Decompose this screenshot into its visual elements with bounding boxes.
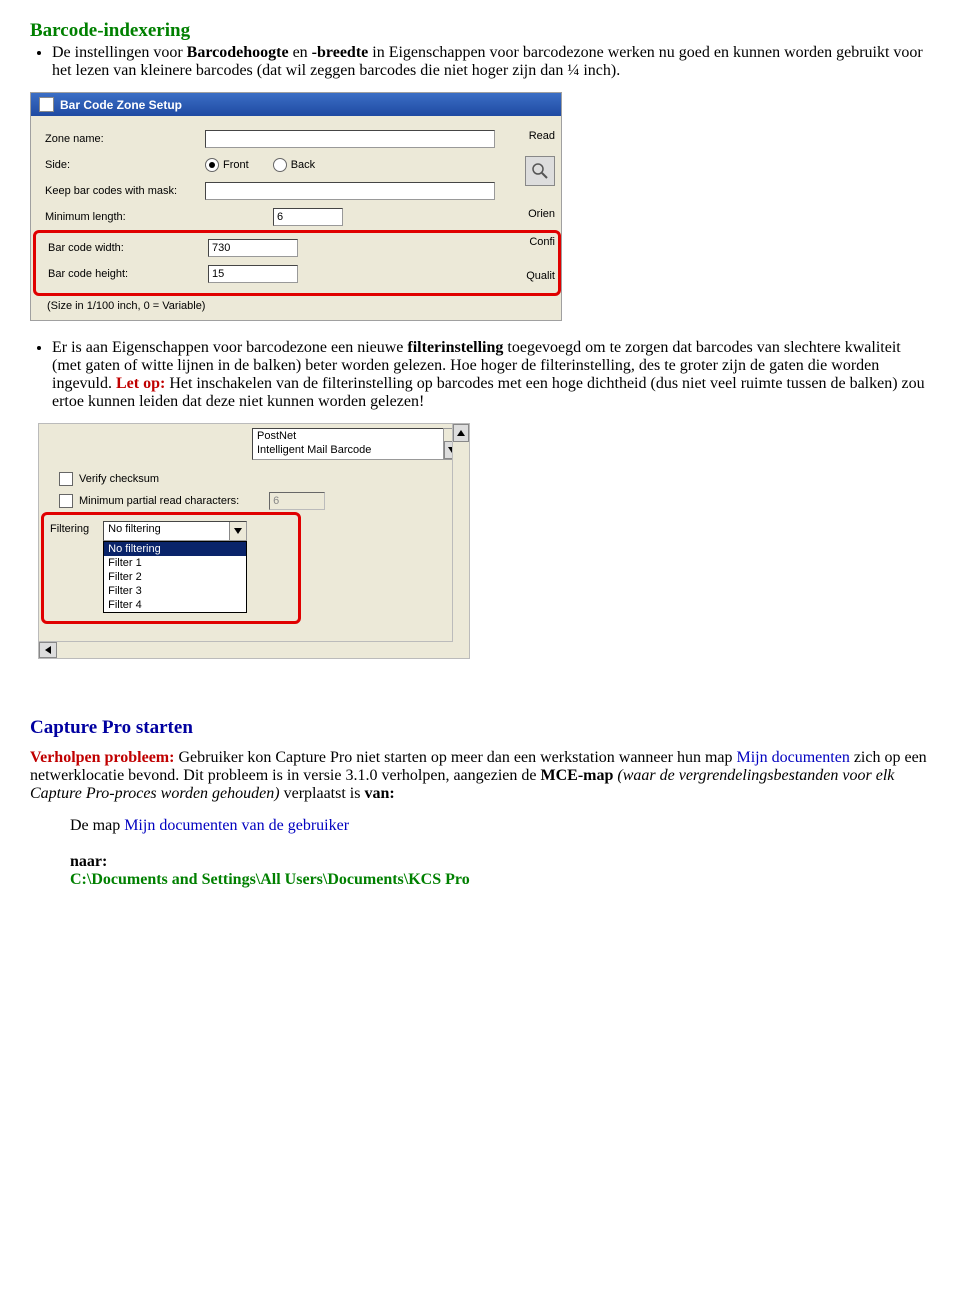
label-bc-width: Bar code width: — [48, 242, 208, 254]
filtering-options-window: PostNet Intelligent Mail Barcode Verify … — [38, 423, 470, 659]
input-zone-name[interactable] — [205, 130, 495, 148]
option-filter-1[interactable]: Filter 1 — [104, 556, 246, 570]
scroll-up-icon[interactable] — [453, 424, 469, 442]
highlight-box-filtering: Filtering No filtering No filtering Filt… — [41, 512, 301, 624]
scroll-left-icon[interactable] — [39, 642, 57, 658]
titlebar: Bar Code Zone Setup — [31, 93, 561, 116]
input-min-partial — [269, 492, 325, 510]
list-item-intelligent-mail[interactable]: Intelligent Mail Barcode — [253, 443, 443, 457]
label-side: Side: — [45, 159, 205, 171]
radio-back-dot — [273, 158, 287, 172]
label-zone-name: Zone name: — [45, 133, 205, 145]
label-bc-height: Bar code height: — [48, 268, 208, 280]
checkbox-verify-checksum[interactable] — [59, 472, 73, 486]
barcode-type-listbox[interactable]: PostNet Intelligent Mail Barcode — [252, 428, 444, 460]
from-path: De map Mijn documenten van de gebruiker — [70, 817, 930, 835]
label-min-partial: Minimum partial read characters: — [79, 495, 239, 507]
size-note: (Size in 1/100 inch, 0 = Variable) — [47, 300, 559, 312]
option-filter-2[interactable]: Filter 2 — [104, 570, 246, 584]
browse-icon[interactable] — [525, 156, 555, 186]
section-barcode-indexering: Barcode-indexering De instellingen voor … — [30, 20, 930, 80]
section-capture-pro-starten: Capture Pro starten Verholpen probleem: … — [30, 717, 930, 889]
label-keep-mask: Keep bar codes with mask: — [45, 185, 205, 197]
target-path: C:\Documents and Settings\All Users\Docu… — [70, 871, 930, 889]
option-filter-3[interactable]: Filter 3 — [104, 584, 246, 598]
heading-barcode-indexering: Barcode-indexering — [30, 20, 930, 42]
barcode-zone-setup-window: Bar Code Zone Setup Zone name: Read Side… — [30, 92, 562, 321]
option-filter-4[interactable]: Filter 4 — [104, 598, 246, 612]
combo-filtering[interactable]: No filtering — [103, 521, 247, 541]
dropdown-filtering-options[interactable]: No filtering Filter 1 Filter 2 Filter 3 … — [103, 541, 247, 613]
bullet-height-width: De instellingen voor Barcodehoogte en -b… — [52, 44, 930, 80]
radio-front-dot — [205, 158, 219, 172]
radio-front[interactable]: Front — [205, 158, 249, 172]
trunc-read: Read — [529, 130, 555, 142]
bullet-filterinstelling: Er is aan Eigenschappen voor barcodezone… — [52, 339, 930, 411]
checkbox-min-partial[interactable] — [59, 494, 73, 508]
window-title: Bar Code Zone Setup — [60, 98, 182, 112]
label-filtering: Filtering — [50, 521, 89, 535]
window-icon — [39, 97, 54, 112]
list-item-postnet[interactable]: PostNet — [253, 429, 443, 443]
chevron-down-icon[interactable] — [229, 522, 246, 540]
scrollbar-vertical[interactable] — [452, 424, 469, 658]
radio-back[interactable]: Back — [273, 158, 315, 172]
trunc-orien: Orien — [528, 208, 555, 220]
label-min-length: Minimum length: — [45, 211, 205, 223]
heading-capture-pro-starten: Capture Pro starten — [30, 717, 930, 739]
paragraph-verholpen-probleem: Verholpen probleem: Gebruiker kon Captur… — [30, 749, 930, 803]
trunc-qualit: Qualit — [526, 270, 555, 282]
label-verify-checksum: Verify checksum — [79, 473, 159, 485]
highlight-box-width-height: Bar code width: Confi Bar code height: — [33, 230, 561, 296]
input-bc-height[interactable] — [208, 265, 298, 283]
to-path: naar: C:\Documents and Settings\All User… — [70, 853, 930, 889]
input-min-length[interactable] — [273, 208, 343, 226]
trunc-confi: Confi — [529, 236, 555, 248]
input-bc-width[interactable] — [208, 239, 298, 257]
scrollbar-horizontal[interactable] — [39, 641, 453, 658]
option-no-filtering[interactable]: No filtering — [104, 542, 246, 556]
input-keep-mask[interactable] — [205, 182, 495, 200]
